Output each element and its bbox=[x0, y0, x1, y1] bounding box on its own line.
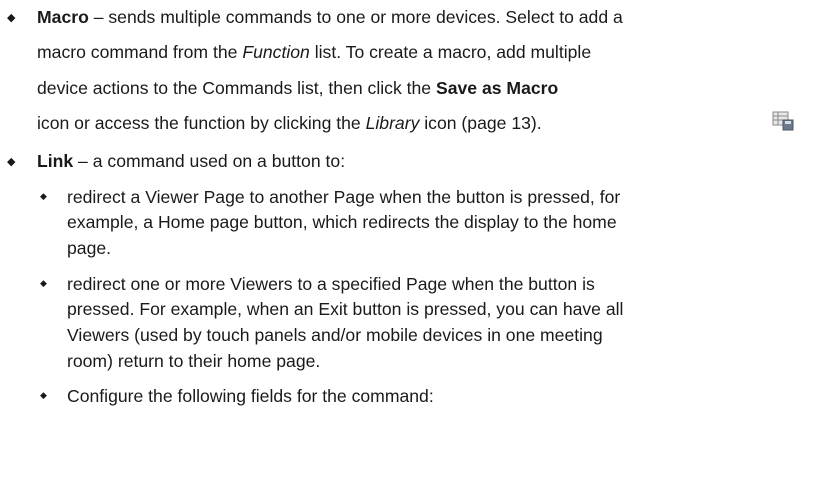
bullet-icon: ◆ bbox=[7, 12, 16, 24]
bullet-icon: ◆ bbox=[7, 156, 16, 168]
macro-line-4: icon or access the function by clicking … bbox=[37, 113, 542, 133]
sub1-line-2: example, a Home page button, which redir… bbox=[67, 212, 617, 232]
sub2-line-3: Viewers (used by touch panels and/or mob… bbox=[67, 325, 603, 345]
sub2-line-4: room) return to their home page. bbox=[67, 351, 321, 371]
sub3-line-1: Configure the following fields for the c… bbox=[67, 386, 434, 406]
sub-bullet-icon: ◆ bbox=[40, 191, 47, 201]
sub1-line-3: page. bbox=[67, 238, 112, 258]
sub-bullet-icon: ◆ bbox=[40, 390, 47, 400]
save-as-macro-icon bbox=[772, 111, 794, 131]
sub2-line-2: pressed. For example, when an Exit butto… bbox=[67, 299, 624, 319]
link-line-1: Link – a command used on a button to: bbox=[37, 151, 346, 171]
macro-term: Macro bbox=[37, 7, 89, 27]
macro-line-1: Macro – sends multiple commands to one o… bbox=[37, 7, 623, 27]
macro-line-2: macro command from the Function list. To… bbox=[37, 42, 592, 62]
sub-bullet-icon: ◆ bbox=[40, 278, 47, 288]
link-term: Link bbox=[37, 151, 74, 171]
sub1-line-1: redirect a Viewer Page to another Page w… bbox=[67, 187, 621, 207]
sub2-line-1: redirect one or more Viewers to a specif… bbox=[67, 274, 595, 294]
macro-line-3: device actions to the Commands list, the… bbox=[37, 78, 559, 98]
